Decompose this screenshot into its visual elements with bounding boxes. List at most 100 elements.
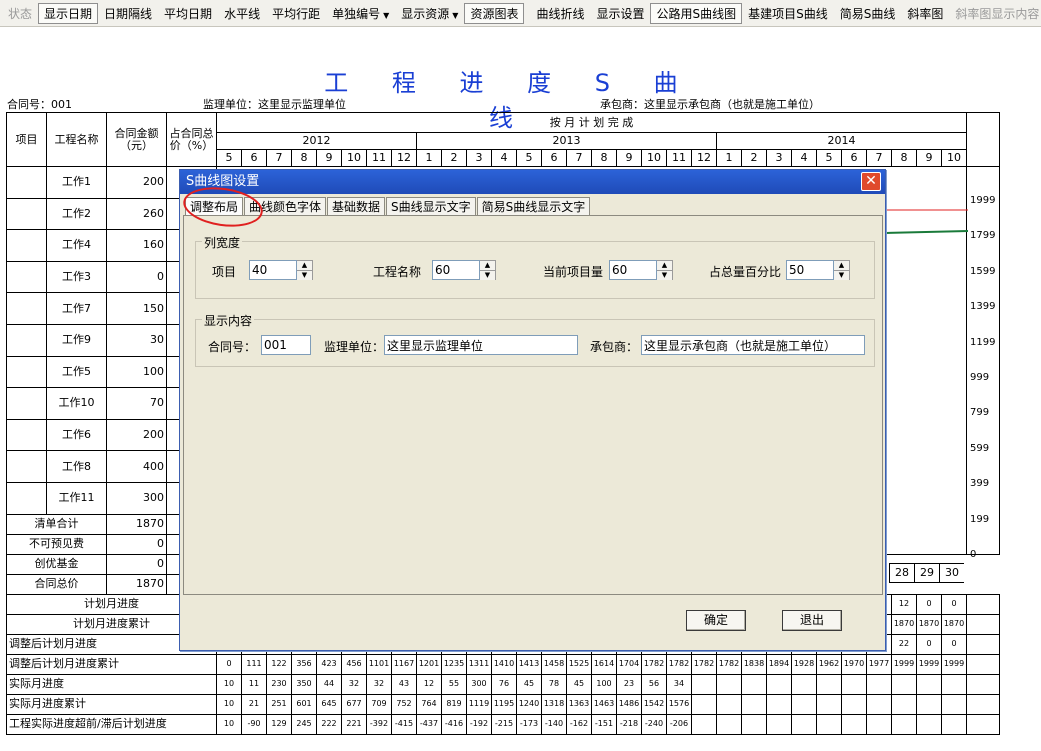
toolbar-average-date[interactable]: 平均日期 — [158, 3, 218, 24]
act-cum-row-tail — [966, 693, 1000, 715]
y-axis-tick: 999 — [970, 372, 990, 383]
name-width-stepper[interactable]: ▲▼ — [432, 260, 496, 280]
toolbar-slope-display-content[interactable]: 斜率图显示内容▼ — [949, 3, 1041, 24]
month-cell: 9 — [316, 149, 342, 167]
month-cell: 5 — [816, 149, 842, 167]
month-cell: 5 — [516, 149, 542, 167]
toolbar-resource-chart[interactable]: 资源图表 — [464, 2, 525, 24]
act-month-row-value: 300 — [466, 673, 492, 695]
stepper-buttons[interactable]: ▲ ▼ — [480, 260, 496, 280]
percent-width-input[interactable] — [786, 260, 834, 280]
toolbar-show-resource-label: 显示资源 — [401, 6, 450, 21]
month-cell: 7 — [266, 149, 292, 167]
act-cum-row-value: 1318 — [541, 693, 567, 715]
act-cum-row-value: 752 — [391, 693, 417, 715]
plan-month-row-value: 12 — [891, 593, 917, 615]
toolbar-average-row-spacing[interactable]: 平均行距 — [266, 3, 326, 24]
up-arrow-icon[interactable]: ▲ — [297, 261, 312, 270]
toolbar-horizontal-line[interactable]: 水平线 — [218, 3, 266, 24]
act-month-row-value — [716, 673, 742, 695]
adj-cum-row-value: 1999 — [941, 653, 967, 675]
toolbar-date-gridline[interactable]: 日期隔线 — [98, 3, 158, 24]
down-arrow-icon[interactable]: ▼ — [657, 270, 672, 280]
month-cell: 2 — [441, 149, 467, 167]
month-cell: 2 — [741, 149, 767, 167]
adj-cum-row-value: 423 — [316, 653, 342, 675]
down-arrow-icon[interactable]: ▼ — [480, 270, 495, 280]
supervisor-label: 监理单位： — [324, 340, 385, 354]
stepper-buttons[interactable]: ▲ ▼ — [834, 260, 850, 280]
adj-cum-row-tail — [966, 653, 1000, 675]
diff-row-value — [716, 713, 742, 735]
item-cell — [6, 355, 47, 389]
adj-month-row-value: 22 — [891, 633, 917, 655]
adj-cum-row-value: 111 — [241, 653, 267, 675]
down-arrow-icon[interactable]: ▼ — [297, 270, 312, 280]
current-qty-width-stepper[interactable]: ▲▼ — [609, 260, 673, 280]
contract-no-field[interactable] — [261, 335, 311, 355]
month-cell: 6 — [841, 149, 867, 167]
toolbar-show-resource[interactable]: 显示资源 ▼ — [395, 3, 464, 24]
header-amount: 合同金额（元） — [106, 112, 167, 167]
diff-row-value: 10 — [216, 713, 242, 735]
up-arrow-icon[interactable]: ▲ — [834, 261, 849, 270]
item-width-input[interactable] — [249, 260, 297, 280]
name-width-input[interactable] — [432, 260, 480, 280]
tab-simple-s-curve-text[interactable]: 简易S曲线显示文字 — [476, 197, 591, 217]
work-amount: 200 — [106, 418, 167, 452]
month-cell: 3 — [466, 149, 492, 167]
toolbar-highway-s-curve[interactable]: 公路用S曲线图 — [650, 2, 743, 24]
stepper-buttons[interactable]: ▲ ▼ — [657, 260, 673, 280]
name-width-label: 工程名称 — [373, 265, 422, 279]
down-arrow-icon[interactable]: ▼ — [834, 270, 849, 280]
diff-row-tail — [966, 713, 1000, 735]
act-cum-row-value: 1240 — [516, 693, 542, 715]
act-cum-row-value: 1463 — [591, 693, 617, 715]
act-cum-row-value: 251 — [266, 693, 292, 715]
toolbar-infra-s-curve[interactable]: 基建项目S曲线 — [742, 3, 834, 24]
diff-row-value: -392 — [366, 713, 392, 735]
y-axis-tick: 1999 — [970, 195, 996, 206]
percent-width-stepper[interactable]: ▲▼ — [786, 260, 850, 280]
diff-row-value: -192 — [466, 713, 492, 735]
toolbar-display-settings[interactable]: 显示设置 — [590, 3, 650, 24]
tab-s-curve-text[interactable]: S曲线显示文字 — [386, 197, 476, 217]
supervisor-field[interactable] — [384, 335, 578, 355]
up-arrow-icon[interactable]: ▲ — [480, 261, 495, 270]
adj-cum-row-value: 1410 — [491, 653, 517, 675]
stepper-buttons[interactable]: ▲ ▼ — [297, 260, 313, 280]
toolbar-show-date[interactable]: 显示日期 — [38, 2, 99, 24]
work-name: 工作2 — [46, 197, 107, 231]
current-qty-width-input[interactable] — [609, 260, 657, 280]
toolbar-curve-polyline[interactable]: 曲线折线 — [530, 3, 590, 24]
work-name: 工作10 — [46, 387, 107, 420]
y-axis-tick: 1599 — [970, 265, 996, 277]
diff-row-value — [766, 713, 792, 735]
act-month-row-value: 23 — [616, 673, 642, 695]
dialog-titlebar[interactable]: S曲线图设置 ✕ — [180, 170, 885, 194]
ok-button[interactable]: 确定 — [686, 610, 746, 631]
exit-button[interactable]: 退出 — [782, 610, 842, 631]
toolbar-single-number[interactable]: 单独编号 ▼ — [326, 3, 395, 24]
toolbar-simple-s-curve[interactable]: 简易S曲线 — [834, 3, 902, 24]
day-cell: 28 — [889, 563, 914, 583]
act-cum-row-value: 764 — [416, 693, 442, 715]
up-arrow-icon[interactable]: ▲ — [657, 261, 672, 270]
item-cell — [6, 387, 47, 420]
diff-row-value: -240 — [641, 713, 667, 735]
y-axis-area — [966, 166, 1000, 555]
month-cell: 5 — [216, 149, 242, 167]
tab-basic-data[interactable]: 基础数据 — [327, 197, 386, 217]
act-month-row-value: 100 — [591, 673, 617, 695]
toolbar-slope-chart[interactable]: 斜率图 — [901, 3, 949, 24]
toolbar-status[interactable]: 状态 — [2, 3, 38, 24]
item-cell — [6, 323, 47, 357]
close-icon[interactable]: ✕ — [861, 172, 881, 191]
contractor-field[interactable] — [641, 335, 865, 355]
day-cell: 29 — [914, 563, 939, 583]
item-cell — [6, 197, 47, 231]
item-width-stepper[interactable]: ▲▼ — [249, 260, 313, 280]
act-cum-row-value — [816, 693, 842, 715]
summary-label: 清单合计 — [6, 513, 107, 535]
act-cum-row-value: 1195 — [491, 693, 517, 715]
